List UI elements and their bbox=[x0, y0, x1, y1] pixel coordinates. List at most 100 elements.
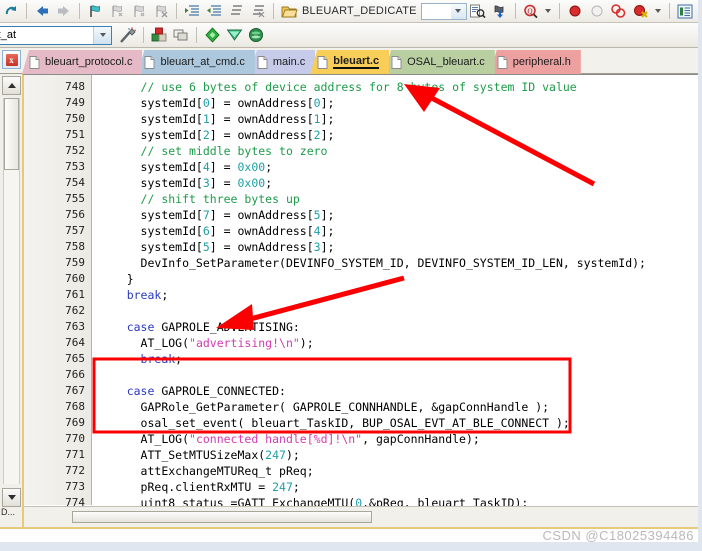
comment-lines-icon[interactable] bbox=[226, 1, 246, 21]
chevron-down-icon[interactable] bbox=[93, 26, 111, 44]
code-line[interactable]: // set middle bytes to zero bbox=[93, 143, 702, 159]
code-line[interactable]: // use 6 bytes of device address for 8 b… bbox=[93, 79, 702, 95]
code-editor[interactable]: 748 749 750 751 752 753 754 755 756 757 758 759 760 7… bbox=[22, 74, 702, 527]
project-config-combobox[interactable] bbox=[420, 2, 467, 20]
line-numbers: 748 749 750 751 752 753 754 755 756 757 758 759 760 7… bbox=[65, 79, 85, 527]
tab-label: bleuart_at_cmd.c bbox=[160, 56, 245, 68]
line-number: 767 bbox=[65, 384, 85, 397]
code-line[interactable]: break; bbox=[93, 287, 702, 303]
code-line[interactable]: break; bbox=[93, 351, 702, 367]
code-line[interactable]: AT_LOG("advertising!\n"); bbox=[93, 335, 702, 351]
bookmark-toggle-icon[interactable] bbox=[85, 1, 105, 21]
code-line[interactable]: systemId[6] = ownAddress[4]; bbox=[93, 223, 702, 239]
compile-icon[interactable] bbox=[149, 25, 169, 45]
find-search-icon[interactable]: Q bbox=[521, 1, 541, 21]
code-line[interactable]: ATT_SetMTUSizeMax(247); bbox=[93, 447, 702, 463]
code-token: // set middle bytes to zero bbox=[140, 144, 328, 158]
code-token: case bbox=[126, 384, 155, 398]
toolbar-separator bbox=[196, 27, 197, 43]
code-line[interactable]: GAPRole_GetParameter( GAPROLE_CONNHANDLE… bbox=[93, 399, 702, 415]
tab-list: bleuart_protocol.c bleuart_at_cmd.c main.c… bbox=[22, 48, 581, 74]
code-text[interactable]: // use 6 bytes of device address for 8 b… bbox=[93, 79, 702, 527]
debug-start-icon[interactable] bbox=[202, 25, 222, 45]
line-number: 761 bbox=[65, 288, 85, 301]
code-line[interactable]: systemId[2] = ownAddress[2]; bbox=[93, 127, 702, 143]
find-in-files-icon[interactable] bbox=[468, 1, 488, 21]
rebuild-icon[interactable] bbox=[171, 25, 191, 45]
tab-label: main.c bbox=[272, 56, 306, 68]
code-line[interactable]: systemId[0] = ownAddress[0]; bbox=[93, 95, 702, 111]
find-options-chevron-icon[interactable] bbox=[542, 2, 555, 20]
chevron-down-icon[interactable] bbox=[450, 3, 466, 19]
breakpoints-toggle-icon[interactable] bbox=[609, 1, 629, 21]
code-line[interactable]: pReq.clientRxMTU = 247; bbox=[93, 479, 702, 495]
code-line[interactable]: attExchangeMTUReq_t pReq; bbox=[93, 463, 702, 479]
breakpoint-disabled-icon[interactable] bbox=[587, 1, 607, 21]
editor-tab-main-c[interactable]: main.c bbox=[249, 50, 316, 74]
indent-increase-icon[interactable] bbox=[182, 1, 202, 21]
toolbar-separator bbox=[668, 3, 670, 19]
goto-icon[interactable] bbox=[490, 1, 510, 21]
code-line[interactable]: case GAPROLE_ADVERTISING: bbox=[93, 319, 702, 335]
code-token: ] = ownAddress[ bbox=[209, 128, 314, 142]
scroll-track[interactable] bbox=[3, 98, 20, 484]
horizontal-scroll-thumb[interactable] bbox=[72, 511, 372, 523]
breakpoint-icon[interactable] bbox=[565, 1, 585, 21]
open-project-icon[interactable] bbox=[279, 1, 299, 21]
code-line[interactable] bbox=[93, 367, 702, 383]
code-line[interactable]: systemId[3] = 0x00; bbox=[93, 175, 702, 191]
editor-tab-osal-bleuart-c[interactable]: OSAL_bleuart.c bbox=[384, 50, 495, 74]
code-line[interactable] bbox=[93, 303, 702, 319]
code-line[interactable]: AT_LOG("connected handle[%d]!\n", gapCon… bbox=[93, 431, 702, 447]
code-token: attExchangeMTUReq_t pReq; bbox=[140, 464, 314, 478]
code-token: GAPRole_GetParameter( GAPROLE_CONNHANDLE… bbox=[140, 400, 550, 414]
scroll-down-button[interactable] bbox=[2, 488, 21, 507]
target-select-value: rt_at bbox=[0, 29, 17, 41]
line-number: 768 bbox=[65, 400, 85, 413]
scroll-up-button[interactable] bbox=[2, 76, 21, 95]
code-token: ] = ownAddress[ bbox=[209, 96, 314, 110]
load-program-icon[interactable] bbox=[246, 25, 266, 45]
code-line[interactable]: // shift three bytes up bbox=[93, 191, 702, 207]
nav-forward-icon[interactable] bbox=[54, 1, 74, 21]
breakpoint-options-chevron-icon[interactable] bbox=[652, 2, 665, 20]
line-number: 773 bbox=[65, 480, 85, 493]
code-token: 247 bbox=[265, 448, 286, 462]
line-number: 757 bbox=[65, 224, 85, 237]
download-icon[interactable] bbox=[224, 25, 244, 45]
scroll-thumb[interactable] bbox=[4, 98, 19, 170]
debug-window-icon[interactable] bbox=[675, 1, 695, 21]
code-line[interactable]: DevInfo_SetParameter(DEVINFO_SYSTEM_ID, … bbox=[93, 255, 702, 271]
svg-text:Q: Q bbox=[527, 7, 532, 15]
code-line[interactable]: systemId[7] = ownAddress[5]; bbox=[93, 207, 702, 223]
breakpoint-remove-icon[interactable] bbox=[631, 1, 651, 21]
uncomment-lines-icon[interactable] bbox=[248, 1, 268, 21]
code-token: ]; bbox=[320, 240, 335, 254]
watermark-text: CSDN @C18025394486 bbox=[542, 528, 694, 543]
editor-tab-strip: x bleuart_protocol.c bleuart_at_cmd.c main… bbox=[0, 48, 702, 74]
editor-tab-bleuart-at-cmd-c[interactable]: bleuart_at_cmd.c bbox=[137, 50, 255, 74]
code-token: systemId[ bbox=[140, 240, 203, 254]
nav-back-icon[interactable] bbox=[32, 1, 52, 21]
editor-horizontal-scrollbar[interactable] bbox=[24, 506, 702, 527]
editor-left-scrollbar[interactable]: D... bbox=[0, 74, 22, 527]
bookmark-next-icon[interactable] bbox=[129, 1, 149, 21]
code-line[interactable]: systemId[5] = ownAddress[3]; bbox=[93, 239, 702, 255]
code-token: systemId[ bbox=[140, 96, 203, 110]
build-wand-icon[interactable] bbox=[118, 25, 138, 45]
code-line[interactable]: } bbox=[93, 271, 702, 287]
bookmark-clear-icon[interactable] bbox=[151, 1, 171, 21]
redo-icon[interactable] bbox=[1, 1, 21, 21]
editor-tab-bleuart-c[interactable]: bleuart.c bbox=[310, 50, 390, 74]
line-number: 766 bbox=[65, 368, 85, 381]
code-line[interactable]: systemId[1] = ownAddress[1]; bbox=[93, 111, 702, 127]
close-document-button[interactable]: x bbox=[2, 50, 21, 69]
code-line[interactable]: osal_set_event( bleuart_TaskID, BUP_OSAL… bbox=[93, 415, 702, 431]
target-select-combobox[interactable]: rt_at bbox=[0, 25, 112, 45]
indent-decrease-icon[interactable] bbox=[204, 1, 224, 21]
editor-tab-peripheral-h[interactable]: peripheral.h bbox=[489, 50, 581, 74]
code-line[interactable]: case GAPROLE_CONNECTED: bbox=[93, 383, 702, 399]
editor-tab-bleuart-protocol-c[interactable]: bleuart_protocol.c bbox=[22, 50, 143, 74]
bookmark-prev-icon[interactable] bbox=[107, 1, 127, 21]
code-line[interactable]: systemId[4] = 0x00; bbox=[93, 159, 702, 175]
